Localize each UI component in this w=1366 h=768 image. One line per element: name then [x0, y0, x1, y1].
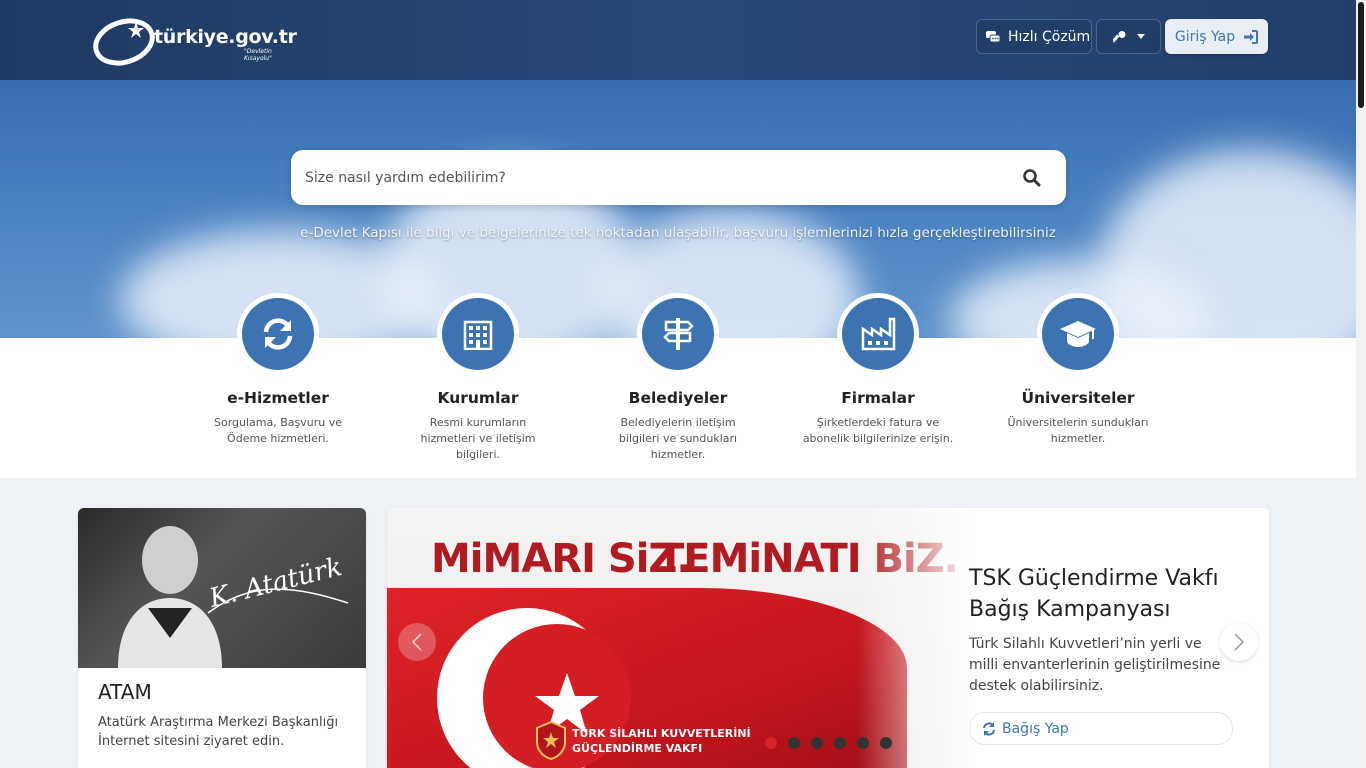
category-universiteler[interactable]: Üniversiteler Üniversitelerin sundukları… — [993, 293, 1163, 447]
quick-solution-label: Hızlı Çözüm — [1008, 28, 1091, 45]
slider-dot[interactable] — [788, 737, 800, 749]
chevron-left-icon — [411, 633, 422, 651]
vakif-emblem-icon — [536, 720, 566, 760]
donate-label: Bağış Yap — [1002, 720, 1069, 737]
page-scrollbar[interactable] — [1356, 0, 1366, 768]
banner-headline-left: MiMARI SiZ. — [431, 536, 692, 582]
ataturk-portrait-image: K. Atatürk — [78, 508, 366, 668]
vakif-logo-text: TÜRK SİLAHLI KUVVETLERİNİ GÜÇLENDİRME VA… — [572, 726, 751, 756]
image-fade-overlay — [857, 508, 972, 768]
search-bar — [291, 150, 1066, 205]
graduation-cap-icon — [1060, 321, 1096, 347]
sign-in-icon — [1244, 29, 1259, 44]
site-logo[interactable]: türkiye.gov.tr "Devletin Kısayolu" — [92, 14, 297, 66]
slide-title: TSK Güçlendirme Vakfı Bağış Kampanyası — [969, 566, 1219, 622]
category-title: Üniversiteler — [1021, 389, 1135, 407]
category-firmalar[interactable]: Firmalar Şirketlerdeki fatura ve aboneli… — [793, 293, 963, 447]
category-icon-wrapper — [637, 293, 719, 375]
login-button[interactable]: Giriş Yap — [1165, 19, 1268, 54]
quick-solution-button[interactable]: Hızlı Çözüm — [976, 19, 1092, 54]
signpost-icon — [663, 318, 694, 350]
category-icon-wrapper — [1037, 293, 1119, 375]
search-icon[interactable] — [1022, 168, 1042, 188]
category-kurumlar[interactable]: Kurumlar Resmi kurumların hizmetleri ve … — [393, 293, 563, 463]
category-title: Kurumlar — [437, 389, 519, 407]
category-description: Belediyelerin iletişim bilgileri ve sund… — [618, 416, 738, 461]
category-description: Şirketlerdeki fatura ve abonelik bilgile… — [802, 416, 954, 445]
vakif-line-1: TÜRK SİLAHLI KUVVETLERİNİ — [572, 727, 751, 740]
login-label: Giriş Yap — [1174, 28, 1236, 45]
category-belediyeler[interactable]: Belediyeler Belediyelerin iletişim bilgi… — [593, 293, 763, 463]
slide-description: Türk Silahlı Kuvvetleri’nin yerli ve mil… — [969, 636, 1221, 694]
category-icon-wrapper — [837, 293, 919, 375]
campaign-banner-image[interactable]: MiMARI SiZ. TEMiNATI BiZ. TÜRK SİLAHLI K… — [387, 508, 972, 768]
category-title: Firmalar — [841, 389, 915, 407]
logo-text: türkiye.gov.tr — [154, 26, 297, 48]
category-e-hizmetler[interactable]: e-Hizmetler Sorgulama, Başvuru ve Ödeme … — [193, 293, 363, 447]
search-input[interactable] — [305, 150, 1005, 205]
category-description: Resmi kurumların hizmetleri ve iletişim … — [420, 416, 536, 461]
atam-title: ATAM — [98, 680, 152, 704]
atam-description: Atatürk Araştırma Merkezi Başkanlığı İnt… — [98, 715, 339, 749]
category-icon-wrapper — [437, 293, 519, 375]
slider-dot[interactable] — [811, 737, 823, 749]
accessibility-dropdown-button[interactable] — [1096, 19, 1161, 54]
category-title: Belediyeler — [628, 389, 728, 407]
slider-pagination — [765, 737, 892, 749]
category-description: Üniversitelerin sundukları hizmetler. — [1007, 416, 1149, 445]
chevron-right-icon — [1234, 633, 1245, 651]
hero-tagline: e-Devlet Kapısı ile bilgi ve belgelerini… — [300, 225, 1056, 241]
chat-icon — [986, 30, 1001, 42]
logo-emblem-icon — [93, 18, 155, 66]
logo-slogan: "Devletin Kısayolu" — [244, 48, 272, 62]
slider-dot[interactable] — [880, 737, 892, 749]
vakif-line-2: GÜÇLENDİRME VAKFI — [572, 742, 703, 755]
category-title: e-Hizmetler — [227, 389, 329, 407]
refresh-icon — [263, 318, 293, 350]
atam-card[interactable]: K. Atatürk ATAM Atatürk Araştırma Merkez… — [78, 508, 366, 768]
category-description: Sorgulama, Başvuru ve Ödeme hizmetleri. — [213, 416, 342, 445]
chevron-down-icon — [1136, 34, 1145, 39]
category-icon-wrapper — [237, 293, 319, 375]
slider-prev-button[interactable] — [398, 623, 436, 661]
scrollbar-thumb[interactable] — [1358, 2, 1364, 108]
building-icon — [463, 320, 493, 350]
refresh-icon — [983, 721, 995, 736]
factory-icon — [861, 317, 896, 351]
slider-next-button[interactable] — [1220, 623, 1258, 661]
donate-button[interactable]: Bağış Yap — [969, 712, 1233, 745]
slider-dot[interactable] — [765, 737, 777, 749]
slider-dot[interactable] — [857, 737, 869, 749]
campaign-slider: MiMARI SiZ. TEMiNATI BiZ. TÜRK SİLAHLI K… — [387, 508, 1269, 768]
slider-dot[interactable] — [834, 737, 846, 749]
key-icon — [1112, 30, 1125, 43]
